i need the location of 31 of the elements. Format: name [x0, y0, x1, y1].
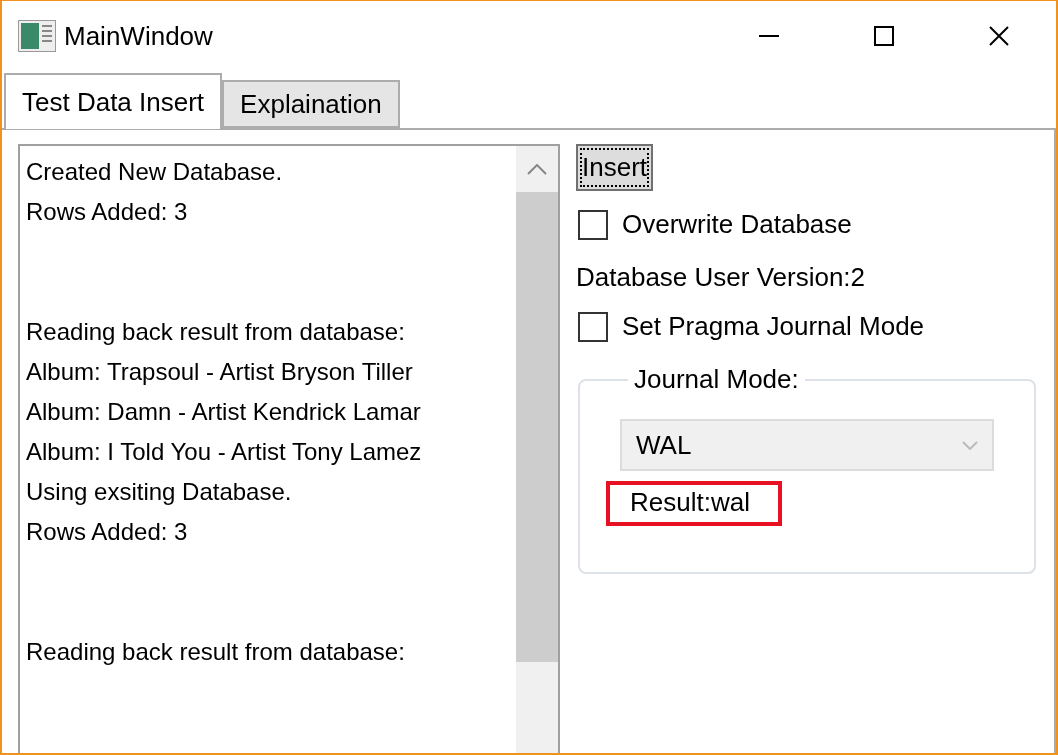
window-title: MainWindow: [64, 20, 214, 52]
log-line: Rows Added: 3: [26, 517, 189, 547]
close-icon: [988, 26, 1009, 46]
log-textbox[interactable]: [18, 144, 560, 753]
group-legend: Journal Mode:: [628, 364, 805, 395]
log-line: Album: Damn - Artist Kendrick Lamar: [26, 397, 422, 427]
tab[interactable]: Test Data Insert: [4, 73, 223, 129]
minimize-icon: [758, 35, 779, 37]
checkbox[interactable]: [578, 311, 608, 342]
scrollbar[interactable]: [516, 146, 558, 753]
log-line: Using exsiting Database.: [26, 477, 293, 507]
log-line: Reading back result from database:: [26, 637, 406, 667]
log-line: Created New Database.: [26, 157, 284, 187]
checkbox-label: Overwrite Database: [622, 209, 852, 240]
tab[interactable]: Explaination: [222, 80, 400, 128]
result-text: Result:wal: [606, 481, 782, 526]
log-line: Reading back result from database:: [26, 317, 406, 347]
log-line: Rows Added: 3: [26, 197, 189, 227]
journal-mode-dropdown[interactable]: WAL: [620, 419, 994, 471]
checkbox[interactable]: [578, 209, 608, 240]
maximize-icon: [873, 26, 894, 46]
scrollbar-thumb[interactable]: [516, 192, 558, 662]
log-line: Album: I Told You - Artist Tony Lamez: [26, 437, 423, 467]
chevron-up-icon: [527, 163, 547, 175]
dropdown-value: WAL: [636, 429, 692, 461]
user-version-text: Database User Version:2: [576, 262, 866, 293]
log-line: Album: Trapsoul - Artist Bryson Tiller: [26, 357, 414, 387]
app-icon: [18, 20, 56, 52]
insert-button[interactable]: Insert: [576, 144, 654, 191]
chevron-down-icon: [962, 440, 978, 450]
checkbox-label: Set Pragma Journal Mode: [622, 311, 925, 342]
